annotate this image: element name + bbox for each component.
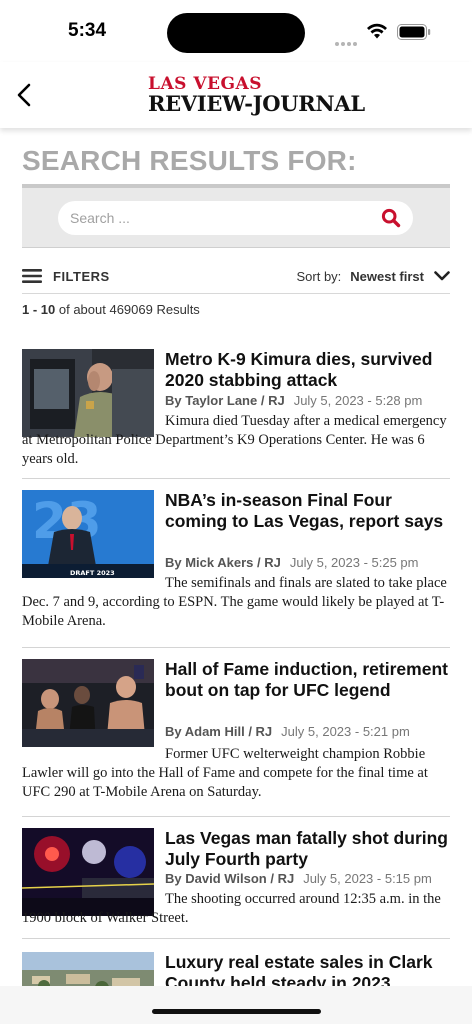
article-meta: By Taylor Lane / RJ July 5, 2023 - 5:28 p… [165, 393, 422, 408]
home-indicator[interactable] [152, 1009, 321, 1014]
article-title[interactable]: NBA’s in-season Final Four coming to Las… [165, 490, 455, 532]
article-title[interactable]: Hall of Fame induction, retirement bout … [165, 659, 455, 701]
battery-icon [397, 24, 431, 40]
article-author: By Taylor Lane / RJ [165, 393, 285, 408]
search-panel [22, 184, 450, 248]
article-thumbnail[interactable] [22, 659, 154, 747]
article-title[interactable]: Metro K-9 Kimura dies, survived 2020 sta… [165, 349, 455, 391]
article-item[interactable]: 23 DRAFT 2023 NBA’s in-season Final Four… [22, 487, 450, 648]
wifi-icon [367, 23, 387, 39]
sort-value[interactable]: Newest first [350, 269, 424, 284]
results-total: of about 469069 Results [58, 302, 200, 317]
search-input[interactable] [70, 207, 370, 229]
site-logo[interactable]: LAS VEGAS REVIEW-JOURNAL [148, 76, 388, 118]
search-field[interactable] [58, 201, 413, 235]
cellular-signal-icon [335, 33, 359, 46]
article-list: Metro K-9 Kimura dies, survived 2020 sta… [22, 346, 450, 1024]
article-meta: By Adam Hill / RJ July 5, 2023 - 5:21 pm [165, 724, 410, 739]
results-count: 1 - 10 of about 469069 Results [22, 302, 200, 317]
back-arrow-icon[interactable] [14, 82, 36, 108]
sort-control[interactable]: Sort by: Newest first [297, 266, 451, 286]
article-date: July 5, 2023 - 5:25 pm [289, 555, 419, 570]
filters-row: FILTERS Sort by: Newest first [22, 258, 450, 294]
article-date: July 5, 2023 - 5:28 pm [293, 393, 423, 408]
article-item[interactable]: Las Vegas man fatally shot during July F… [22, 825, 450, 939]
chevron-down-icon[interactable] [434, 271, 450, 281]
filters-label: FILTERS [53, 268, 110, 284]
status-bar: 5:34 [0, 0, 472, 62]
home-bar-area [0, 986, 472, 1024]
search-icon[interactable] [381, 208, 401, 228]
sort-label: Sort by: [296, 268, 342, 284]
results-range: 1 - 10 [22, 302, 56, 317]
article-summary: The shooting occurred around 12:35 a.m. … [22, 891, 441, 926]
dynamic-island [167, 13, 305, 53]
filters-button[interactable]: FILTERS [22, 266, 110, 286]
article-author: By David Wilson / RJ [165, 871, 295, 886]
article-meta: By Mick Akers / RJ July 5, 2023 - 5:25 pm [165, 555, 419, 570]
article-meta: By David Wilson / RJ July 5, 2023 - 5:15 … [165, 871, 432, 886]
status-time: 5:34 [68, 20, 107, 41]
hamburger-menu-icon [22, 269, 42, 283]
search-results-heading: SEARCH RESULTS FOR: [22, 145, 357, 176]
article-author: By Adam Hill / RJ [165, 724, 273, 739]
article-date: July 5, 2023 - 5:21 pm [281, 724, 410, 739]
article-author: By Mick Akers / RJ [165, 555, 281, 570]
article-summary: Kimura died Tuesday after a medical emer… [22, 413, 447, 467]
logo-bottom-text: REVIEW-JOURNAL [148, 91, 365, 116]
article-item[interactable]: Metro K-9 Kimura dies, survived 2020 sta… [22, 346, 450, 479]
article-item[interactable]: Hall of Fame induction, retirement bout … [22, 656, 450, 817]
article-date: July 5, 2023 - 5:15 pm [303, 871, 432, 886]
app-header: LAS VEGAS REVIEW-JOURNAL [0, 62, 472, 128]
article-summary: Former UFC welterweight champion Robbie … [22, 746, 428, 800]
article-title[interactable]: Las Vegas man fatally shot during July F… [165, 828, 455, 870]
article-summary: The semifinals and finals are slated to … [22, 575, 447, 629]
article-thumbnail[interactable]: 23 DRAFT 2023 [22, 490, 154, 578]
